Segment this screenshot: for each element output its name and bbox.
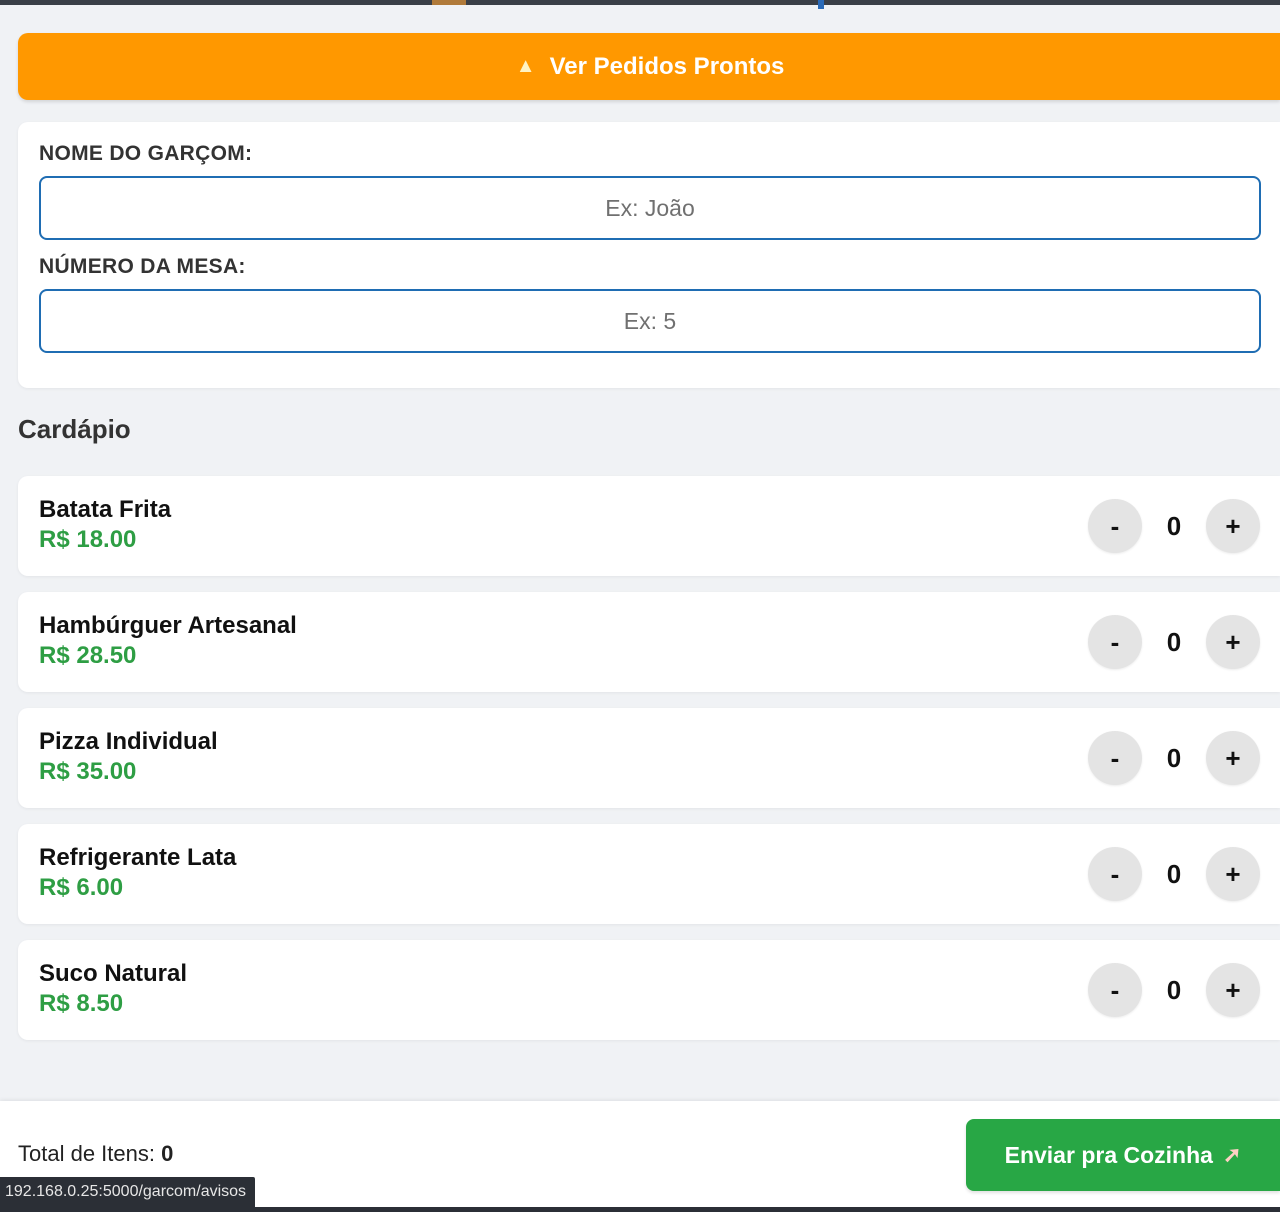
increase-quantity-button[interactable]: + bbox=[1206, 963, 1260, 1017]
increase-quantity-button[interactable]: + bbox=[1206, 499, 1260, 553]
decrease-quantity-button[interactable]: - bbox=[1088, 499, 1142, 553]
menu-item-name: Batata Frita bbox=[39, 496, 172, 523]
quantity-stepper: - 0 + bbox=[1088, 615, 1260, 669]
quantity-stepper: - 0 + bbox=[1088, 847, 1260, 901]
menu-list: Batata Frita R$ 18.00 - 0 + Hambúrguer A… bbox=[18, 476, 1280, 1056]
send-to-kitchen-label: Enviar pra Cozinha bbox=[1004, 1141, 1213, 1168]
header-title-fragment bbox=[818, 0, 824, 9]
menu-item: Refrigerante Lata R$ 6.00 - 0 + bbox=[18, 824, 1280, 924]
increase-quantity-button[interactable]: + bbox=[1206, 847, 1260, 901]
table-number-input[interactable] bbox=[39, 289, 1261, 353]
view-ready-orders-button[interactable]: ▲ Ver Pedidos Prontos bbox=[18, 33, 1280, 100]
quantity-value: 0 bbox=[1166, 742, 1182, 773]
decrease-quantity-button[interactable]: - bbox=[1088, 731, 1142, 785]
menu-item: Hambúrguer Artesanal R$ 28.50 - 0 + bbox=[18, 592, 1280, 692]
increase-quantity-button[interactable]: + bbox=[1206, 731, 1260, 785]
order-form-card: NOME DO GARÇOM: NÚMERO DA MESA: bbox=[18, 122, 1280, 388]
menu-item-price: R$ 6.00 bbox=[39, 874, 124, 901]
decrease-quantity-button[interactable]: - bbox=[1088, 963, 1142, 1017]
quantity-value: 0 bbox=[1166, 510, 1182, 541]
quantity-value: 0 bbox=[1166, 974, 1182, 1005]
header-logo-fragment bbox=[432, 0, 466, 5]
total-items-value: 0 bbox=[161, 1141, 174, 1166]
menu-item-name: Refrigerante Lata bbox=[39, 844, 237, 871]
decrease-quantity-button[interactable]: - bbox=[1088, 847, 1142, 901]
send-to-kitchen-button[interactable]: Enviar pra Cozinha ➚ bbox=[966, 1119, 1280, 1191]
menu-item-name: Suco Natural bbox=[39, 960, 188, 987]
bell-icon: ▲ bbox=[515, 55, 536, 77]
menu-item: Suco Natural R$ 8.50 - 0 + bbox=[18, 940, 1280, 1040]
menu-item-price: R$ 8.50 bbox=[39, 990, 124, 1017]
menu-item: Batata Frita R$ 18.00 - 0 + bbox=[18, 476, 1280, 576]
waiter-name-input[interactable] bbox=[39, 176, 1261, 240]
menu-item-name: Hambúrguer Artesanal bbox=[39, 612, 297, 639]
menu-item-price: R$ 18.00 bbox=[39, 526, 137, 553]
increase-quantity-button[interactable]: + bbox=[1206, 615, 1260, 669]
quantity-value: 0 bbox=[1166, 858, 1182, 889]
view-ready-orders-label: Ver Pedidos Prontos bbox=[549, 52, 785, 80]
total-items-label: Total de Itens: bbox=[18, 1141, 155, 1166]
top-header-edge bbox=[0, 0, 1280, 9]
waiter-name-label: NOME DO GARÇOM: bbox=[39, 142, 253, 165]
menu-title: Cardápio bbox=[18, 414, 131, 444]
decrease-quantity-button[interactable]: - bbox=[1088, 615, 1142, 669]
total-items: Total de Itens: 0 bbox=[18, 1141, 173, 1167]
quantity-stepper: - 0 + bbox=[1088, 499, 1260, 553]
menu-item-name: Pizza Individual bbox=[39, 728, 218, 755]
menu-item-price: R$ 28.50 bbox=[39, 642, 137, 669]
quantity-stepper: - 0 + bbox=[1088, 963, 1260, 1017]
quantity-value: 0 bbox=[1166, 626, 1182, 657]
quantity-stepper: - 0 + bbox=[1088, 731, 1260, 785]
menu-item-price: R$ 35.00 bbox=[39, 758, 137, 785]
menu-item: Pizza Individual R$ 35.00 - 0 + bbox=[18, 708, 1280, 808]
rocket-icon: ➚ bbox=[1222, 1142, 1242, 1167]
status-bar-url: 192.168.0.25:5000/garcom/avisos bbox=[0, 1177, 256, 1207]
table-number-label: NÚMERO DA MESA: bbox=[39, 255, 246, 278]
bottom-edge bbox=[0, 1207, 1280, 1212]
